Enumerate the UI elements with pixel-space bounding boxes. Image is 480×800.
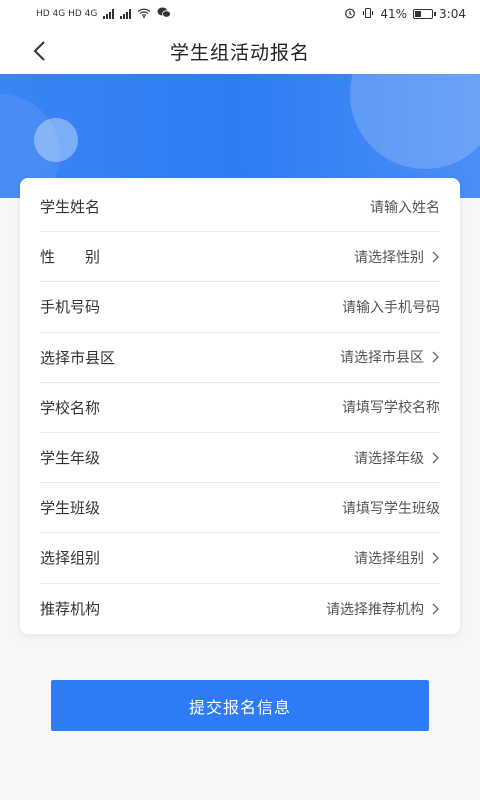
wechat-icon bbox=[157, 7, 172, 21]
form-row-student-name[interactable]: 学生姓名 请输入姓名 bbox=[40, 182, 440, 233]
status-right: 41% 3:04 bbox=[344, 7, 466, 22]
row-label: 选择组别 bbox=[40, 549, 101, 568]
form-row-school[interactable]: 学校名称 请填写学校名称 bbox=[40, 383, 440, 433]
row-value-group: 请填写学生班级 bbox=[342, 498, 440, 518]
row-label: 手机号码 bbox=[40, 298, 101, 317]
row-label: 推荐机构 bbox=[40, 600, 101, 619]
row-value-group: 请选择市县区 bbox=[340, 347, 440, 367]
battery-icon bbox=[413, 9, 437, 19]
chevron-left-icon bbox=[33, 41, 45, 61]
institution-select[interactable]: 请选择推荐机构 bbox=[326, 599, 424, 619]
back-button[interactable] bbox=[26, 38, 52, 64]
grade-select[interactable]: 请选择年级 bbox=[354, 448, 424, 468]
submit-button[interactable]: 提交报名信息 bbox=[51, 680, 429, 731]
battery-percent: 41% bbox=[380, 7, 408, 21]
clock-time: 3:04 bbox=[439, 7, 466, 21]
gender-select[interactable]: 请选择性别 bbox=[354, 247, 424, 267]
row-value-group: 请选择组别 bbox=[354, 548, 440, 568]
group-select[interactable]: 请选择组别 bbox=[354, 548, 424, 568]
chevron-right-icon bbox=[430, 551, 440, 565]
student-name-input[interactable]: 请输入姓名 bbox=[370, 197, 440, 217]
row-label: 学生姓名 bbox=[40, 198, 101, 217]
region-select[interactable]: 请选择市县区 bbox=[340, 347, 424, 367]
phone-input[interactable]: 请输入手机号码 bbox=[342, 297, 440, 317]
chevron-right-icon bbox=[430, 250, 440, 264]
row-label: 学生年级 bbox=[40, 449, 101, 468]
signal-icon-2 bbox=[120, 9, 132, 19]
row-value-group: 请填写学校名称 bbox=[342, 397, 440, 417]
vibrate-icon bbox=[362, 7, 374, 22]
class-input[interactable]: 请填写学生班级 bbox=[342, 498, 440, 518]
form-row-class[interactable]: 学生班级 请填写学生班级 bbox=[40, 483, 440, 534]
school-input[interactable]: 请填写学校名称 bbox=[342, 397, 440, 417]
signal-icon bbox=[103, 9, 115, 19]
form-row-region[interactable]: 选择市县区 请选择市县区 bbox=[40, 333, 440, 383]
nav-bar: 学生组活动报名 bbox=[0, 28, 480, 74]
status-left: HD 4G HD 4G bbox=[36, 7, 172, 21]
form-row-group[interactable]: 选择组别 请选择组别 bbox=[40, 533, 440, 584]
row-value-group: 请输入手机号码 bbox=[342, 297, 440, 317]
form-row-grade[interactable]: 学生年级 请选择年级 bbox=[40, 433, 440, 484]
registration-form: 学生姓名 请输入姓名 性 别 请选择性别 手机号码 请输入手机号码 选择市县区 … bbox=[20, 178, 460, 634]
form-row-gender[interactable]: 性 别 请选择性别 bbox=[40, 232, 440, 283]
alarm-icon bbox=[344, 7, 356, 22]
chevron-right-icon bbox=[430, 451, 440, 465]
form-row-phone[interactable]: 手机号码 请输入手机号码 bbox=[40, 282, 440, 333]
row-label: 学生班级 bbox=[40, 499, 101, 518]
row-value-group: 请选择年级 bbox=[354, 448, 440, 468]
network-type-label: HD 4G HD 4G bbox=[36, 9, 98, 19]
form-row-institution[interactable]: 推荐机构 请选择推荐机构 bbox=[40, 584, 440, 634]
status-bar: HD 4G HD 4G 41% 3:04 bbox=[0, 0, 480, 28]
wifi-icon bbox=[137, 8, 151, 21]
banner-decoration bbox=[34, 118, 78, 162]
chevron-right-icon bbox=[430, 602, 440, 616]
row-label: 选择市县区 bbox=[40, 348, 116, 367]
row-label: 学校名称 bbox=[40, 398, 101, 417]
page-title: 学生组活动报名 bbox=[169, 41, 310, 64]
row-value-group: 请选择性别 bbox=[354, 247, 440, 267]
row-value-group: 请选择推荐机构 bbox=[326, 599, 440, 619]
chevron-right-icon bbox=[430, 350, 440, 364]
banner-decoration bbox=[350, 74, 480, 169]
row-value-group: 请输入姓名 bbox=[370, 197, 440, 217]
row-label: 性 别 bbox=[40, 248, 101, 267]
